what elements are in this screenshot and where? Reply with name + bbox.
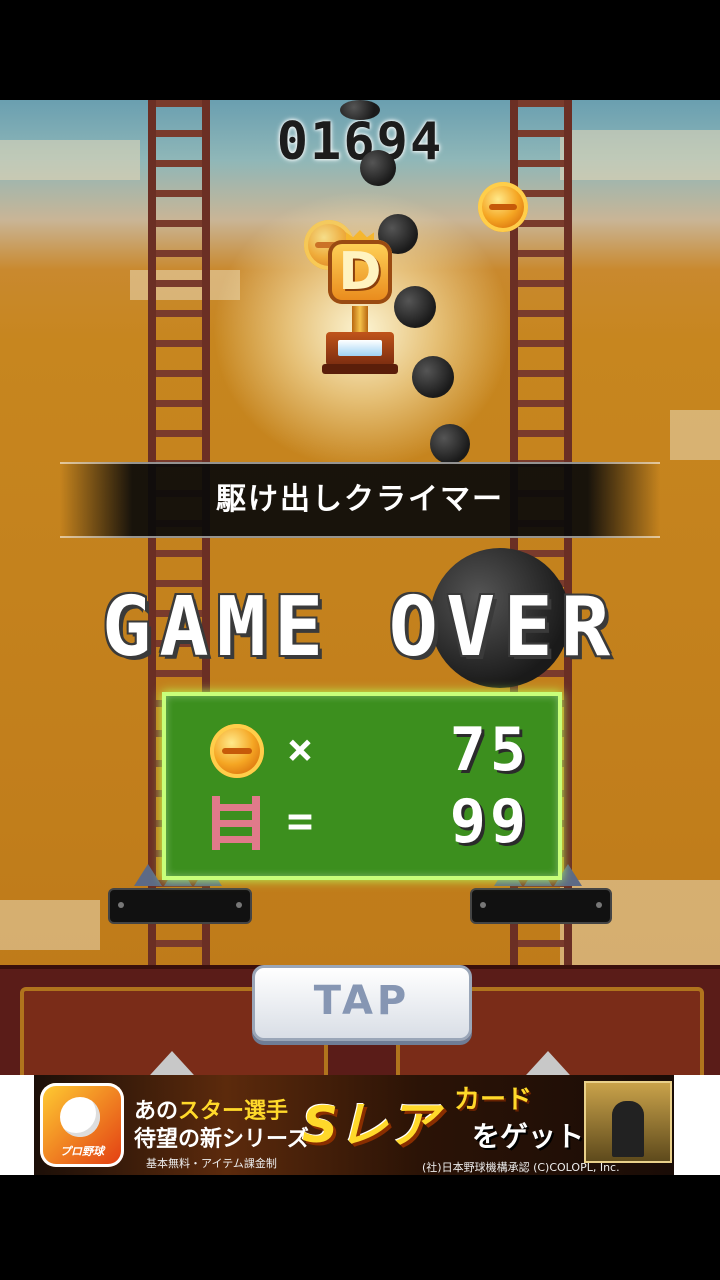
- ladders-value: 99: [449, 787, 530, 857]
- ladders-operator: =: [286, 796, 314, 847]
- ad-headline: Sレア: [302, 1096, 439, 1154]
- ad-card-word: カード: [454, 1085, 533, 1115]
- coins-row: × 75: [166, 718, 558, 782]
- player-card-image: [584, 1081, 672, 1163]
- bottom-black-bar: [0, 1175, 720, 1280]
- baseball-icon: [60, 1097, 100, 1137]
- trophy-rank: D: [328, 240, 392, 304]
- cloud: [670, 410, 720, 460]
- trophy-icon: D: [322, 230, 398, 380]
- cloud: [0, 900, 100, 950]
- ad-banner[interactable]: プロ野球 あのスター選手 待望の新シリーズ 基本無料・アイテム課金制 Sレア カ…: [34, 1075, 674, 1175]
- achievement-title: 駆け出しクライマー: [216, 482, 504, 517]
- spike-ball-icon: [355, 145, 401, 191]
- ad-line2: 待望の新シリーズ: [134, 1127, 309, 1152]
- coins-value: 75: [449, 715, 530, 785]
- ladders-row: = 99: [166, 790, 558, 854]
- spike-ball-icon: [388, 280, 442, 334]
- platform-left: [108, 888, 252, 924]
- ladder-icon: [212, 796, 260, 850]
- achievement-banner: 駆け出しクライマー: [60, 462, 660, 538]
- top-black-bar: [0, 0, 720, 100]
- platform-right: [470, 888, 612, 924]
- coin-icon: [210, 724, 264, 778]
- spike-ball-icon: [425, 419, 475, 469]
- spike-ball-icon: [406, 350, 460, 404]
- game-over-text: GAME OVER: [101, 580, 619, 675]
- coins-operator: ×: [286, 724, 314, 775]
- coin-icon: [478, 182, 528, 232]
- ad-margin-right: [674, 1075, 720, 1175]
- ad-app-logo: プロ野球: [40, 1083, 124, 1167]
- ad-logo-brand: プロ野球: [60, 1145, 104, 1158]
- result-panel: × 75 = 99: [162, 692, 562, 880]
- spike-ball-icon: [335, 97, 385, 123]
- ad-pricing-note: 基本無料・アイテム課金制: [146, 1157, 277, 1170]
- tap-button[interactable]: TAP: [252, 965, 472, 1041]
- spike-icon: [134, 864, 162, 886]
- ad-margin-left: [0, 1075, 34, 1175]
